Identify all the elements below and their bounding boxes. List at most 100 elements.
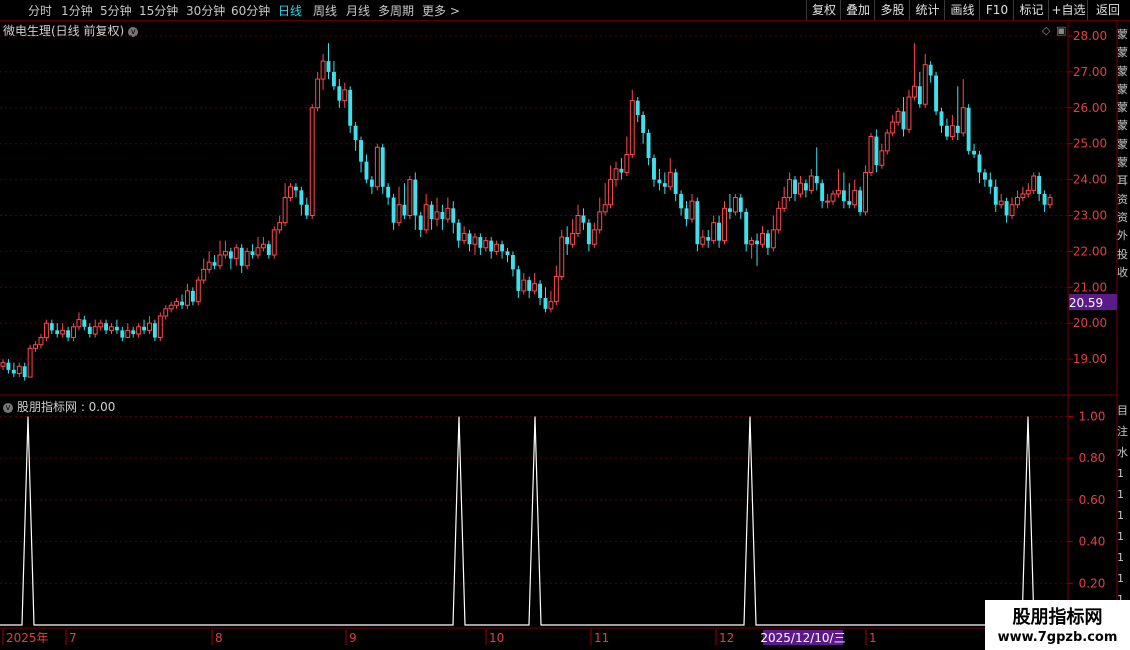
candle-body-down bbox=[104, 323, 109, 331]
candle-body-up bbox=[624, 153, 630, 173]
candle-body-up bbox=[125, 329, 131, 339]
side-char: 资 bbox=[1117, 210, 1128, 224]
candle-body-down bbox=[500, 244, 505, 252]
candle-body-down bbox=[87, 326, 92, 334]
candle-body-down bbox=[6, 362, 11, 370]
candle-body-down bbox=[114, 326, 119, 331]
candle-body-up bbox=[1047, 197, 1053, 206]
x-tick-label: 1 bbox=[869, 631, 877, 645]
candle-body-up bbox=[434, 211, 440, 220]
candle-body-up bbox=[890, 121, 896, 134]
candle-body-down bbox=[565, 237, 570, 245]
candle-body-up bbox=[700, 236, 706, 245]
candle-body-up bbox=[998, 200, 1004, 206]
candle-body-up bbox=[260, 243, 266, 249]
candle-body-down bbox=[727, 208, 732, 212]
candle-body-down bbox=[239, 247, 244, 266]
candle-body-down bbox=[652, 158, 656, 180]
y-tick-label: 27.00 bbox=[1073, 65, 1107, 79]
candle-body-up bbox=[787, 179, 793, 199]
candle-body-up bbox=[163, 308, 169, 317]
candle-body-down bbox=[1004, 201, 1009, 216]
candle-body-up bbox=[16, 365, 22, 374]
candle-body-up bbox=[1020, 193, 1026, 199]
candle-body-up bbox=[629, 100, 635, 155]
candle-body-up bbox=[342, 89, 348, 102]
candle-body-up bbox=[315, 78, 321, 109]
candle-body-down bbox=[180, 301, 184, 306]
y-tick-label: 24.00 bbox=[1073, 173, 1107, 187]
candle-body-down bbox=[348, 89, 353, 126]
candle-body-up bbox=[71, 326, 76, 339]
candle-body-down bbox=[413, 179, 418, 216]
candle-body-down bbox=[738, 197, 743, 212]
candle-body-down bbox=[11, 369, 16, 374]
indicator-tick-label: 0.40 bbox=[1079, 535, 1106, 549]
candle-body-down bbox=[326, 61, 331, 72]
candle-body-up bbox=[960, 107, 966, 134]
candle-body-up bbox=[895, 110, 901, 123]
candle-body-up bbox=[396, 204, 402, 224]
x-tick-label: 7 bbox=[69, 631, 77, 645]
candle-body-down bbox=[586, 222, 591, 245]
candle-body-up bbox=[906, 96, 912, 130]
side-char: 蒙 bbox=[1117, 101, 1128, 115]
y-tick-label: 25.00 bbox=[1073, 137, 1107, 151]
side-char: 外 bbox=[1117, 229, 1128, 243]
side-char: 蒙 bbox=[1117, 156, 1128, 170]
side-char: 蒙 bbox=[1117, 137, 1128, 151]
candle-body-up bbox=[423, 204, 429, 231]
candle-body-down bbox=[451, 208, 456, 223]
candle-body-up bbox=[776, 207, 782, 231]
candle-body-up bbox=[374, 146, 380, 188]
candle-body-up bbox=[92, 326, 98, 335]
candle-body-down bbox=[402, 204, 407, 216]
side-strip-main: 蒙蒙蒙蒙蒙蒙蒙蒙耳资资外投收 bbox=[1117, 26, 1130, 282]
candle-body-up bbox=[136, 326, 142, 335]
candle-body-up bbox=[472, 236, 478, 245]
candle-body-up bbox=[830, 193, 836, 202]
candle-body-up bbox=[184, 290, 190, 306]
side-char: 蒙 bbox=[1117, 64, 1128, 78]
candle-body-up bbox=[591, 229, 597, 245]
candle-body-down bbox=[847, 201, 852, 205]
candle-body-down bbox=[55, 330, 60, 334]
candle-body-down bbox=[22, 366, 27, 378]
candle-body-down bbox=[120, 330, 125, 338]
y-tick-label: 22.00 bbox=[1073, 244, 1107, 258]
candle-body-up bbox=[483, 240, 489, 249]
candle-body-down bbox=[939, 111, 944, 126]
candle-body-down bbox=[934, 75, 939, 112]
candle-body-down bbox=[982, 172, 987, 180]
diamond-icon: ◇ bbox=[1042, 24, 1051, 37]
candle-body-down bbox=[505, 251, 510, 255]
chart-canvas[interactable]: 28.00 27.00 26.00 25.00 24.00 23.00 22.00 21.00… bbox=[0, 0, 1130, 650]
candle-body-down bbox=[662, 183, 667, 187]
candle-body-up bbox=[1009, 204, 1015, 216]
candle-body-up bbox=[147, 322, 152, 331]
candle-body-down bbox=[641, 114, 646, 133]
candle-body-up bbox=[868, 136, 874, 173]
candle-body-up bbox=[282, 197, 288, 224]
side-char: 资 bbox=[1117, 192, 1128, 206]
candle-body-up bbox=[195, 279, 201, 303]
candle-body-down bbox=[581, 215, 586, 223]
candle-body-up bbox=[770, 229, 776, 249]
candle-body-up bbox=[852, 189, 858, 206]
side-char: 1 bbox=[1117, 572, 1124, 585]
candle-body-up bbox=[1025, 189, 1031, 195]
indicator-tick-label: 0.20 bbox=[1079, 576, 1106, 590]
candle-body-down bbox=[364, 161, 369, 180]
side-char: 1 bbox=[1117, 488, 1124, 501]
candle-body-down bbox=[695, 201, 700, 245]
side-char: 蒙 bbox=[1117, 46, 1128, 60]
candle-body-down bbox=[250, 251, 255, 255]
side-char: 蒙 bbox=[1117, 28, 1128, 41]
candle-body-up bbox=[597, 211, 603, 231]
candle-body-down bbox=[131, 330, 136, 334]
candle-body-up bbox=[76, 319, 82, 328]
x-tick-label: 8 bbox=[215, 631, 223, 645]
candle-body-down bbox=[418, 215, 423, 230]
candle-body-up bbox=[732, 197, 738, 213]
candle-body-down bbox=[717, 222, 722, 241]
